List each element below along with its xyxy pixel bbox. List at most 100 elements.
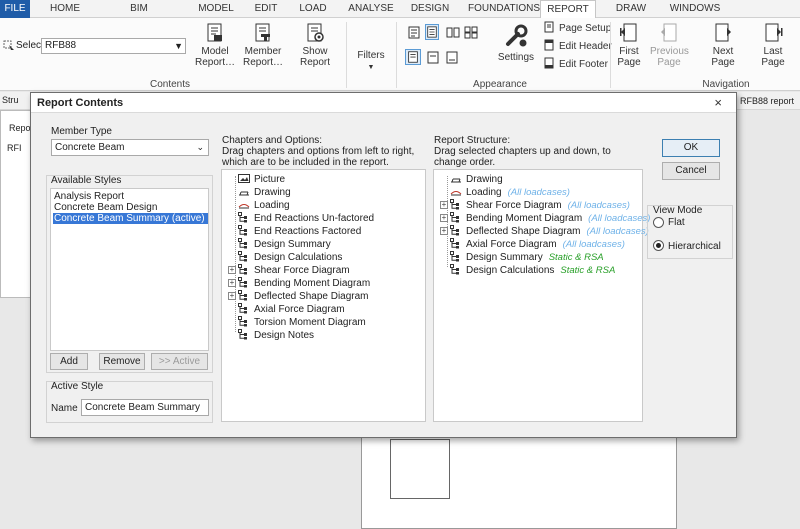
loading-icon — [238, 204, 250, 209]
tree-item-tag: (All loadcases) — [507, 187, 570, 198]
next-page-button[interactable]: Next Page — [700, 22, 746, 68]
select-dropdown[interactable]: RFB88 ▼ — [41, 38, 186, 54]
tree-item[interactable]: Design Summary Static & RSA — [440, 251, 604, 264]
style-name-input[interactable]: Concrete Beam Summary — [81, 399, 209, 416]
tab-model[interactable]: MODEL — [196, 0, 236, 18]
tree-item[interactable]: + Shear Force Diagram — [228, 264, 350, 277]
report-tab[interactable]: RFB88 report — [740, 96, 794, 106]
tab-analyse[interactable]: ANALYSE — [346, 0, 396, 18]
tree-item[interactable]: + Bending Moment Diagram — [228, 277, 370, 290]
tree-item[interactable]: Axial Force Diagram — [228, 303, 345, 316]
member-type-label: Member Type — [51, 126, 112, 137]
expand-icon[interactable]: + — [228, 279, 236, 287]
set-active-style-button[interactable]: >> Active — [151, 353, 208, 370]
edit-footer-button[interactable]: Edit Footer — [543, 57, 608, 73]
available-styles-group: Available Styles Analysis Report Concret… — [46, 175, 213, 373]
expand-icon[interactable]: + — [440, 214, 448, 222]
cancel-button[interactable]: Cancel — [662, 162, 720, 180]
zoom-page-icon[interactable] — [405, 49, 421, 65]
dialog-title-bar: Report Contents × — [31, 93, 736, 113]
member-type-dropdown[interactable]: Concrete Beam ⌄ — [51, 139, 209, 156]
tab-load[interactable]: LOAD — [297, 0, 329, 18]
tab-bim-integration[interactable]: BIM INTEGRATION — [96, 0, 182, 32]
tree-item-label: Design Calculations — [254, 252, 343, 263]
view-hierarchical-radio[interactable] — [653, 240, 664, 251]
view-hierarchical-label[interactable]: Hierarchical — [668, 241, 721, 252]
chapter-icon — [238, 212, 247, 223]
expand-icon[interactable]: + — [228, 292, 236, 300]
multi-page-icon[interactable] — [464, 26, 478, 39]
available-styles-label: Available Styles — [51, 175, 122, 186]
tree-item[interactable]: + Deflected Shape Diagram (All loadcases) — [440, 225, 649, 238]
tree-item[interactable]: End Reactions Factored — [228, 225, 361, 238]
tree-item[interactable]: Axial Force Diagram (All loadcases) — [440, 238, 625, 251]
first-page-button[interactable]: First Page — [614, 22, 644, 68]
member-type-value: Concrete Beam — [55, 142, 125, 153]
structure-tab[interactable]: Stru — [2, 95, 19, 105]
chapters-tree[interactable]: Picture Drawing Loading End Reactions Un-fa… — [221, 169, 426, 422]
two-page-icon[interactable] — [446, 26, 460, 39]
tree-item-label: Design Calculations — [466, 265, 555, 276]
show-report-button[interactable]: Show Report — [289, 22, 341, 68]
tree-item[interactable]: Drawing — [228, 186, 291, 199]
page-width-icon[interactable] — [427, 51, 439, 64]
tab-edit[interactable]: EDIT — [251, 0, 281, 18]
tree-item[interactable]: Loading (All loadcases) — [440, 186, 570, 199]
page-setup-button[interactable]: Page Setup — [543, 21, 611, 37]
tree-item[interactable]: Loading — [228, 199, 290, 212]
member-report-button[interactable]: Member Report… — [241, 22, 285, 68]
previous-page-button[interactable]: Previous Page — [650, 22, 689, 68]
tree-item[interactable]: Picture — [228, 173, 285, 186]
tree-item-label: Shear Force Diagram — [466, 200, 562, 211]
view-flat-label[interactable]: Flat — [668, 217, 685, 228]
dialog-title: Report Contents — [37, 97, 124, 109]
edit-header-button[interactable]: Edit Header — [543, 39, 612, 55]
tree-item[interactable]: + Bending Moment Diagram (All loadcases) — [440, 212, 650, 225]
ok-button[interactable]: OK — [662, 139, 720, 157]
settings-button[interactable]: Settings — [496, 22, 536, 63]
structure-heading: Report Structure: — [434, 135, 511, 146]
tree-item[interactable]: Design Calculations — [228, 251, 342, 264]
model-report-button[interactable]: Model Report… — [194, 22, 236, 68]
report-structure-tree[interactable]: Drawing Loading (All loadcases) + Shear Forc… — [433, 169, 650, 422]
tab-draw[interactable]: DRAW — [611, 0, 651, 18]
tree-item-tag: (All loadcases) — [588, 213, 651, 224]
chapter-icon — [238, 264, 247, 275]
tab-design[interactable]: DESIGN — [410, 0, 450, 18]
chapter-icon — [238, 238, 247, 249]
show-report-label: Show Report — [299, 46, 330, 68]
tab-foundations[interactable]: FOUNDATIONS — [468, 0, 540, 18]
tree-item[interactable]: End Reactions Un-factored — [228, 212, 374, 225]
filters-button[interactable]: Filters ▼ — [352, 50, 390, 73]
tree-item-label: Axial Force Diagram — [466, 239, 557, 250]
add-style-button[interactable]: Add — [50, 353, 88, 370]
layout-active-icon[interactable] — [425, 24, 439, 40]
tab-file[interactable]: FILE — [0, 0, 30, 18]
tree-item[interactable]: Design Notes — [228, 329, 314, 342]
style-item-selected[interactable]: Concrete Beam Summary (active) — [53, 213, 208, 224]
tab-windows[interactable]: WINDOWS — [667, 0, 723, 18]
style-item[interactable]: Concrete Beam Design — [53, 202, 157, 213]
expand-icon[interactable]: + — [440, 227, 448, 235]
tree-item[interactable]: + Shear Force Diagram (All loadcases) — [440, 199, 630, 212]
close-icon[interactable]: × — [714, 95, 722, 110]
tab-report[interactable]: REPORT — [540, 0, 596, 19]
tree-item[interactable]: Design Calculations Static & RSA — [440, 264, 615, 277]
remove-style-button[interactable]: Remove — [99, 353, 145, 370]
tree-item[interactable]: Torsion Moment Diagram — [228, 316, 366, 329]
last-page-button[interactable]: Last Page — [752, 22, 794, 68]
member-report-label: Member Report… — [242, 46, 283, 68]
style-item[interactable]: Analysis Report — [53, 191, 124, 202]
layout-icon[interactable] — [408, 26, 420, 39]
tree-item[interactable]: Drawing — [440, 173, 503, 186]
tree-item[interactable]: Design Summary — [228, 238, 331, 251]
page-fit-icon[interactable] — [446, 51, 458, 64]
view-flat-radio[interactable] — [653, 217, 664, 228]
expand-icon[interactable]: + — [440, 201, 448, 209]
tree-item[interactable]: + Deflected Shape Diagram — [228, 290, 369, 303]
expand-icon[interactable]: + — [228, 266, 236, 274]
styles-list[interactable]: Analysis Report Concrete Beam Design Con… — [50, 188, 209, 351]
tab-home[interactable]: HOME — [45, 0, 85, 18]
chapters-description: Drag chapters and options from left to r… — [222, 146, 415, 168]
report-tree-item[interactable]: RFI — [7, 143, 22, 153]
